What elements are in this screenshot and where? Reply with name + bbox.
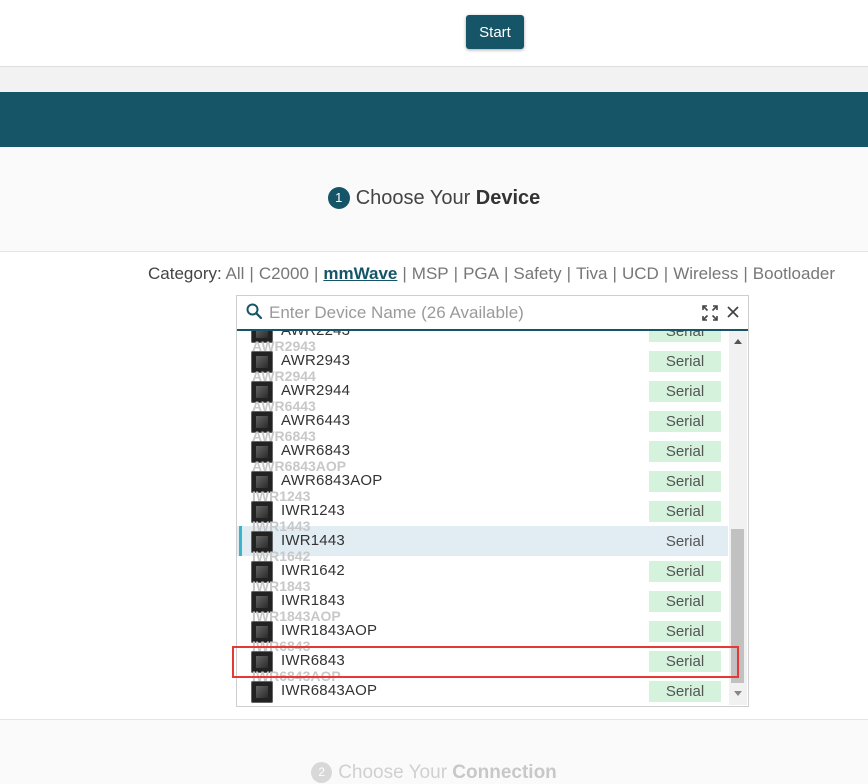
category-pga[interactable]: PGA xyxy=(463,264,499,283)
category-separator: | xyxy=(313,264,319,283)
expand-icon[interactable] xyxy=(702,305,718,321)
step-1-title-prefix: Choose Your xyxy=(355,187,476,209)
search-icon xyxy=(246,303,262,319)
device-name: IWR6843 xyxy=(281,652,345,669)
device-name: IWR1843 xyxy=(281,592,345,609)
connection-badge: Serial xyxy=(649,501,721,522)
start-button[interactable]: Start xyxy=(466,15,524,49)
category-bootloader[interactable]: Bootloader xyxy=(753,264,835,283)
category-c2000[interactable]: C2000 xyxy=(259,264,309,283)
chip-icon xyxy=(251,681,273,703)
category-all[interactable]: All xyxy=(226,264,245,283)
category-separator: | xyxy=(743,264,748,283)
connection-badge: Serial xyxy=(649,561,721,582)
top-bar: Start xyxy=(0,0,868,67)
connection-badge: Serial xyxy=(649,351,721,372)
connection-badge: Serial xyxy=(649,441,721,462)
device-row-iwr1843aop[interactable]: IWR1843AOP IWR1843AOP Serial xyxy=(237,608,728,646)
category-safety[interactable]: Safety xyxy=(513,264,561,283)
device-name: AWR6843AOP xyxy=(281,472,383,489)
category-separator: | xyxy=(566,264,572,283)
category-label: Category xyxy=(148,264,217,283)
connection-badge: Serial xyxy=(649,681,721,702)
device-name: IWR1843AOP xyxy=(281,622,378,639)
close-icon[interactable] xyxy=(726,305,740,319)
category-items: All | C2000 | mmWave | MSP | PGA | Safety | Tiva | UCD… xyxy=(226,264,836,283)
device-list[interactable]: AWR2243AWR2243SerialAWR2943AWR2943Serial… xyxy=(237,331,728,706)
step-2-section: 2 Choose Your Connection xyxy=(0,720,868,784)
category-msp[interactable]: MSP xyxy=(412,264,449,283)
connection-badge: Serial xyxy=(649,411,721,432)
device-row-iwr1642[interactable]: IWR1642 IWR1642 Serial xyxy=(237,548,728,586)
category-separator: | xyxy=(453,264,459,283)
device-row-iwr1443[interactable]: IWR1443 IWR1443 Serial xyxy=(237,518,728,556)
step-2-title-prefix: Choose Your xyxy=(338,762,453,783)
category-separator: | xyxy=(663,264,669,283)
connection-badge: Serial xyxy=(649,471,721,492)
device-picker: AWR2243AWR2243SerialAWR2943AWR2943Serial… xyxy=(236,295,749,707)
device-name: IWR6843AOP xyxy=(281,682,378,699)
step-2-number: 2 xyxy=(311,762,333,783)
step-1-title: 1 Choose Your Device xyxy=(0,187,868,210)
device-name: IWR1443 xyxy=(281,532,345,549)
category-mmwave[interactable]: mmWave xyxy=(323,264,397,283)
category-separator: | xyxy=(503,264,509,283)
scroll-down-arrow-icon[interactable] xyxy=(734,691,742,696)
step-2-title: 2 Choose Your Connection xyxy=(0,762,868,784)
category-wireless[interactable]: Wireless xyxy=(673,264,738,283)
device-name: IWR1243 xyxy=(281,502,345,519)
connection-badge: Serial xyxy=(665,533,705,550)
search-input[interactable] xyxy=(269,300,689,326)
device-row-iwr1243[interactable]: IWR1243 IWR1243 Serial xyxy=(237,488,728,526)
step-2-title-bold: Connection xyxy=(452,762,557,783)
device-name: AWR6443 xyxy=(281,412,351,429)
device-name: IWR1642 xyxy=(281,562,345,579)
device-row-iwr6843aop[interactable]: IWR6843AOP IWR6843AOP Serial xyxy=(237,668,728,706)
device-row-awr6843aop[interactable]: AWR6843AOP AWR6843AOP Serial xyxy=(237,458,728,496)
device-name: AWR6843 xyxy=(281,442,351,459)
category-filter: Category: All | C2000 | mmWave | MSP | PGA | Safet… xyxy=(148,264,836,283)
connection-badge: Serial xyxy=(649,621,721,642)
scrollbar[interactable] xyxy=(729,331,747,705)
category-separator: | xyxy=(249,264,254,283)
category-ucd[interactable]: UCD xyxy=(622,264,659,283)
connection-badge: Serial xyxy=(649,381,721,402)
scroll-thumb[interactable] xyxy=(731,529,744,683)
device-name: AWR2943 xyxy=(281,352,351,369)
device-name: AWR2944 xyxy=(281,382,351,399)
category-separator: | xyxy=(402,264,407,283)
category-tiva[interactable]: Tiva xyxy=(576,264,608,283)
connection-badge: Serial xyxy=(649,651,721,672)
step-1-title-bold: Device xyxy=(475,187,541,209)
scroll-up-arrow-icon[interactable] xyxy=(734,339,742,344)
search-bar xyxy=(237,296,748,331)
connection-badge: Serial xyxy=(649,331,721,342)
connection-badge: Serial xyxy=(649,591,721,612)
step-1-number: 1 xyxy=(327,187,350,209)
category-separator: | xyxy=(612,264,617,283)
step-1-section: 1 Choose Your Device xyxy=(0,147,868,252)
header-band xyxy=(0,92,868,147)
gray-strip xyxy=(0,67,868,92)
